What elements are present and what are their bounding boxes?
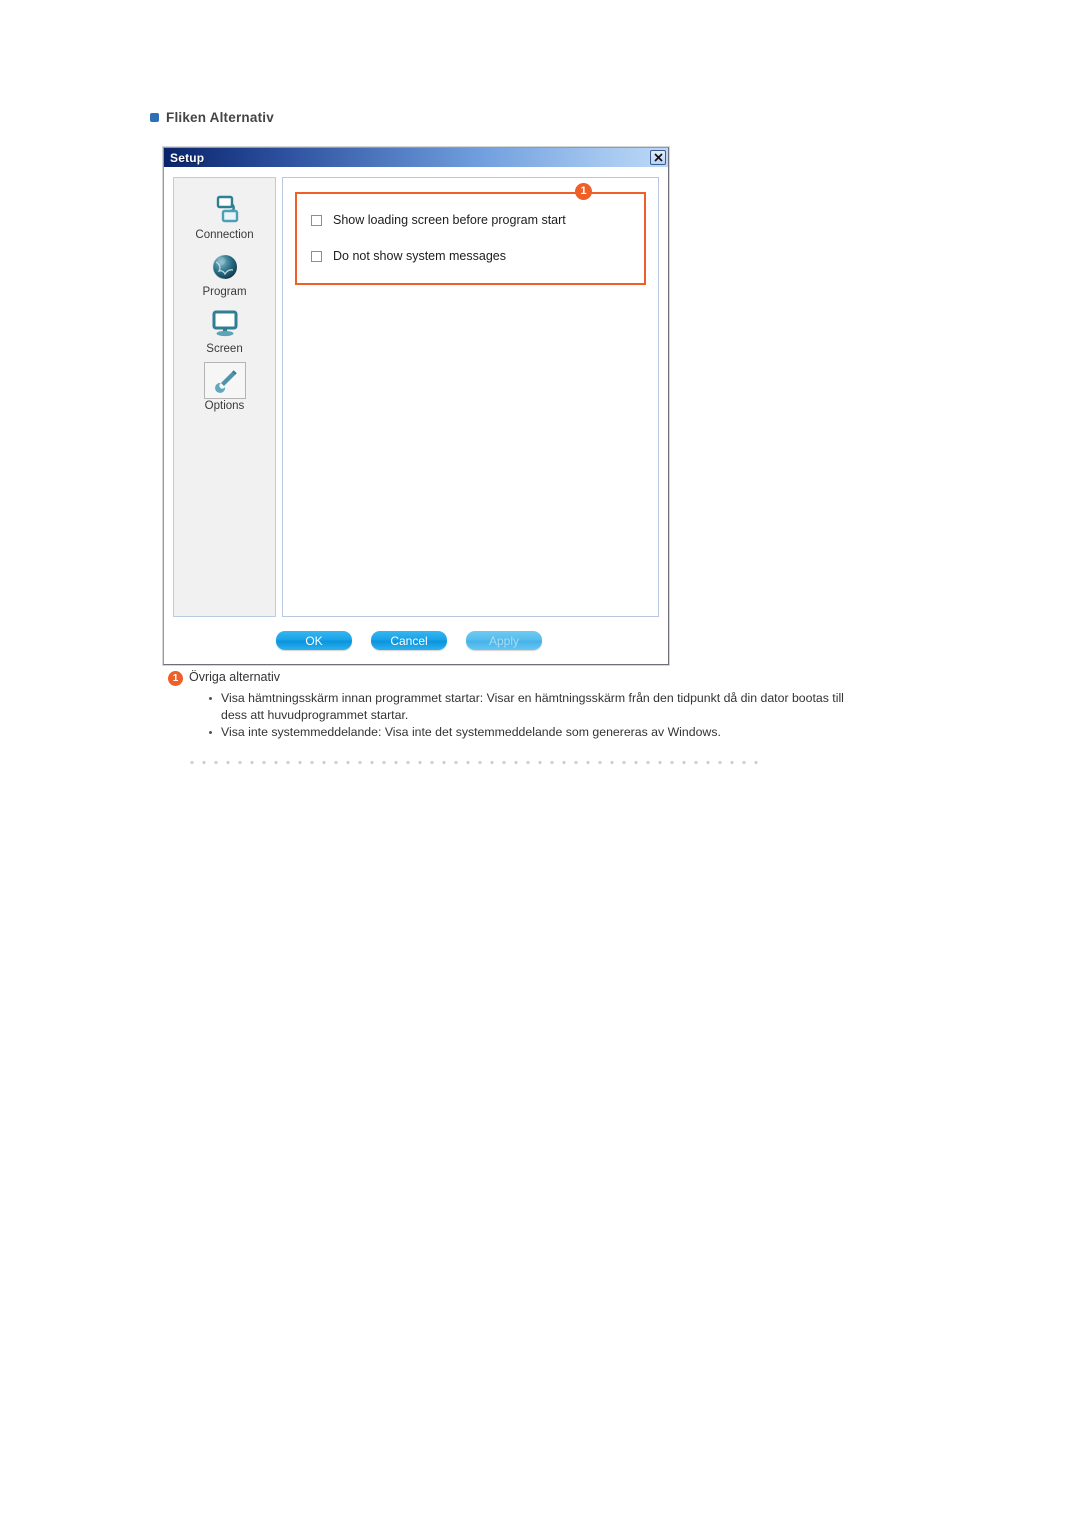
close-icon[interactable] xyxy=(650,150,666,165)
options-content-panel: 1 Show loading screen before program sta… xyxy=(282,177,659,617)
checkbox-row-loading-screen[interactable]: Show loading screen before program start xyxy=(311,207,630,233)
blue-square-bullet-icon xyxy=(150,113,159,122)
caption-list-item: Visa inte systemmeddelande: Visa inte de… xyxy=(209,724,848,741)
checkbox-row-system-messages[interactable]: Do not show system messages xyxy=(311,243,630,269)
checkbox-label-do-not-show-system-messages: Do not show system messages xyxy=(333,249,506,263)
sidebar-label-program: Program xyxy=(202,286,247,298)
sidebar-item-connection[interactable]: Connection xyxy=(174,191,275,241)
caption-title: Övriga alternativ xyxy=(189,670,281,684)
setup-dialog: Setup Connection Program Screen Options … xyxy=(163,147,669,665)
checkbox-label-show-loading-screen: Show loading screen before program start xyxy=(333,213,566,227)
caption-badge-1: 1 xyxy=(168,671,183,686)
page-section-heading: Fliken Alternativ xyxy=(150,110,274,125)
caption-list: Visa hämtningsskärm innan programmet sta… xyxy=(168,690,848,741)
settings-sidebar: Connection Program Screen Options xyxy=(173,177,276,617)
checkbox-do-not-show-system-messages[interactable] xyxy=(311,250,322,262)
page-title: Fliken Alternativ xyxy=(166,110,274,125)
callout-badge-1: 1 xyxy=(575,183,592,200)
sidebar-item-options[interactable]: Options xyxy=(174,362,275,412)
apply-button: Apply xyxy=(466,631,542,650)
connection-icon xyxy=(204,191,246,228)
dialog-button-row: OK Cancel Apply xyxy=(173,617,659,664)
figure-caption: 1 Övriga alternativ Visa hämtningsskärm … xyxy=(168,670,848,742)
options-callout-box: 1 Show loading screen before program sta… xyxy=(295,183,646,285)
dialog-panels: Connection Program Screen Options 1 Show… xyxy=(173,177,659,617)
checkbox-show-loading-screen[interactable] xyxy=(311,214,322,226)
sidebar-item-program[interactable]: Program xyxy=(174,248,275,298)
sidebar-label-screen: Screen xyxy=(206,343,243,355)
globe-icon xyxy=(204,248,246,285)
dotted-divider xyxy=(186,760,758,765)
dialog-body: Connection Program Screen Options 1 Show… xyxy=(164,167,668,664)
cancel-button[interactable]: Cancel xyxy=(371,631,447,650)
sidebar-item-screen[interactable]: Screen xyxy=(174,305,275,355)
sidebar-label-options: Options xyxy=(204,400,245,412)
sidebar-label-connection: Connection xyxy=(195,229,254,241)
wrench-icon xyxy=(203,362,246,399)
caption-heading: 1 Övriga alternativ xyxy=(168,670,848,686)
caption-list-item: Visa hämtningsskärm innan programmet sta… xyxy=(209,690,848,723)
dialog-titlebar: Setup xyxy=(164,148,668,167)
ok-button[interactable]: OK xyxy=(276,631,352,650)
dialog-title: Setup xyxy=(170,150,205,165)
monitor-icon xyxy=(204,305,246,342)
